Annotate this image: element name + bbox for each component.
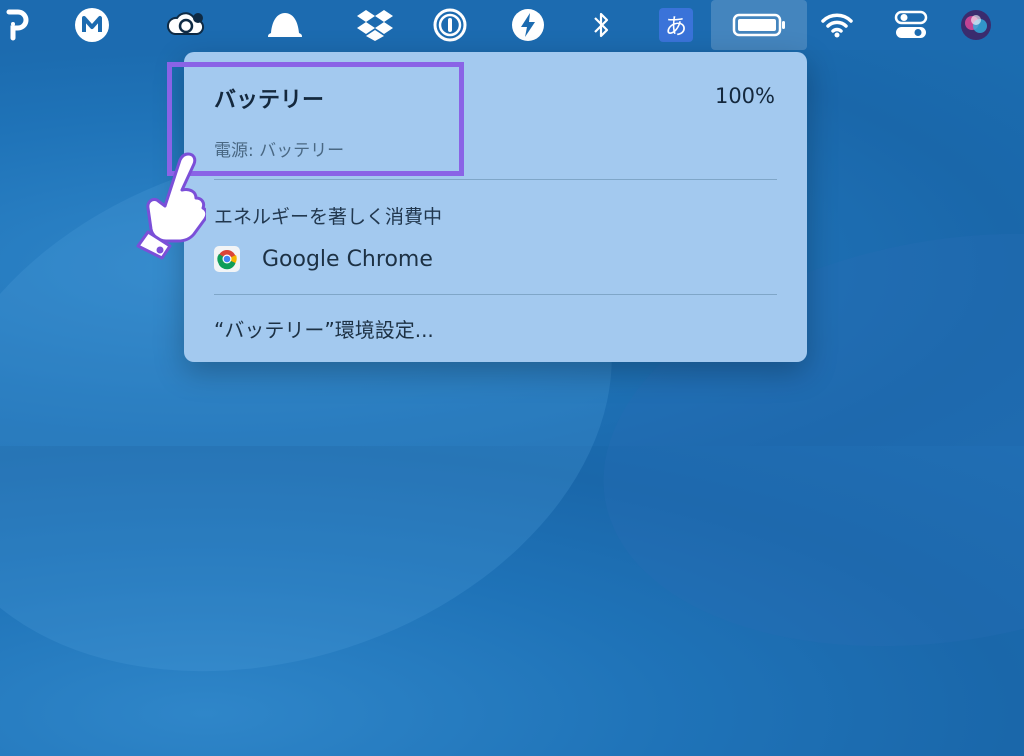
energy-heading: エネルギーを著しく消費中	[214, 206, 443, 228]
p-icon[interactable]	[0, 7, 34, 43]
input-method-icon[interactable]: あ	[659, 8, 693, 42]
app-row-google-chrome[interactable]: Google Chrome	[214, 242, 777, 276]
control-center-icon[interactable]	[893, 7, 929, 43]
bell-icon[interactable]	[262, 7, 308, 43]
battery-percent: 100%	[714, 84, 775, 108]
menu-bar: あ	[0, 0, 1024, 50]
siri-icon[interactable]	[958, 7, 994, 43]
battery-icon	[730, 7, 790, 43]
separator	[214, 179, 777, 180]
cloud-sync-icon[interactable]	[165, 7, 207, 43]
bluetooth-icon[interactable]	[588, 7, 614, 43]
battery-preferences-item[interactable]: “バッテリー”環境設定...	[214, 314, 434, 343]
wifi-icon[interactable]	[820, 7, 854, 43]
pointing-hand-icon	[136, 152, 206, 260]
m-icon[interactable]	[73, 7, 111, 43]
app-name: Google Chrome	[262, 246, 433, 272]
input-method-label: あ	[664, 15, 687, 40]
onepassword-icon[interactable]	[432, 7, 468, 43]
separator	[214, 294, 777, 295]
chrome-icon	[214, 246, 240, 272]
dropbox-icon[interactable]	[355, 7, 395, 43]
bolt-icon[interactable]	[510, 7, 546, 43]
highlight-box	[167, 62, 464, 176]
